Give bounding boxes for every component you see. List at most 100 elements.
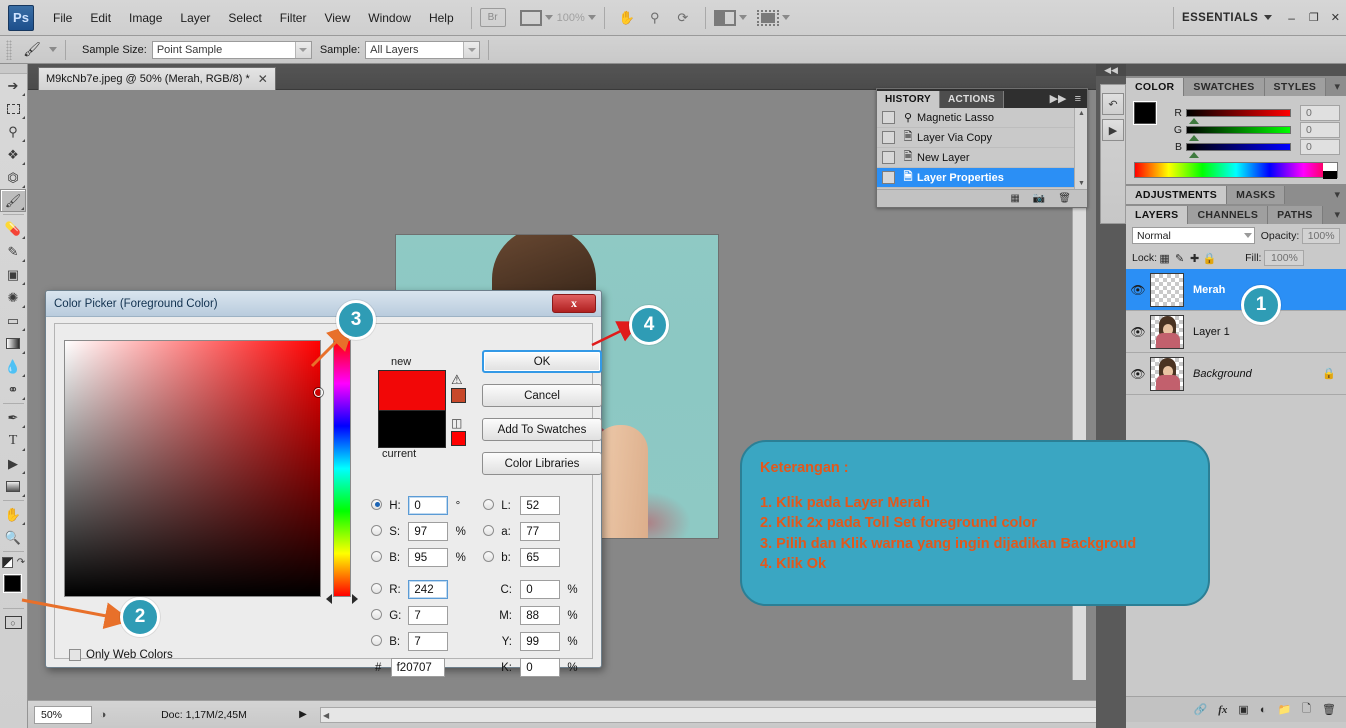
status-menu-icon[interactable]: ▶ — [294, 709, 312, 720]
channel-value-g[interactable]: 0 — [1300, 122, 1340, 138]
tool-brush[interactable]: ✎ — [0, 240, 26, 263]
green-radio[interactable] — [371, 608, 382, 620]
fill-value[interactable]: 100% — [1264, 250, 1305, 266]
toolbox-collapse-handle[interactable] — [0, 64, 27, 74]
history-snapshot-checkbox[interactable] — [882, 171, 895, 184]
color-slider-r[interactable]: R 0 — [1168, 105, 1346, 124]
menu-image[interactable]: Image — [120, 8, 171, 28]
restore-button[interactable]: ❐ — [1309, 11, 1319, 24]
current-color-swatch[interactable] — [378, 410, 446, 448]
close-button[interactable]: ✕ — [1331, 11, 1340, 24]
tool-move[interactable]: ➔ — [0, 74, 26, 97]
layer-thumbnail[interactable] — [1150, 314, 1184, 349]
blend-mode-select[interactable]: Normal — [1132, 227, 1255, 244]
brightness-input[interactable]: 95 — [408, 548, 449, 567]
delete-icon[interactable]: 🗑 — [1058, 193, 1071, 204]
tool-history-brush[interactable]: ✺ — [0, 286, 26, 309]
foreground-color-swatch[interactable] — [1134, 102, 1156, 124]
chevron-down-icon[interactable] — [49, 47, 57, 52]
hue-input[interactable]: 0 — [408, 496, 449, 515]
document-tab[interactable]: M9kcNb7e.jpeg @ 50% (Merah, RGB/8) * ✕ — [38, 67, 276, 90]
layer-visibility-icon[interactable]: 👁 — [1126, 283, 1150, 297]
checkbox-box[interactable] — [69, 649, 81, 661]
blue-input[interactable]: 7 — [408, 632, 449, 651]
minimize-button[interactable]: – — [1288, 11, 1295, 25]
lab-b-radio[interactable] — [483, 550, 494, 562]
lock-all-icon[interactable]: 🔒 — [1202, 251, 1217, 266]
arrange-documents-dropdown[interactable] — [713, 9, 747, 26]
add-to-swatches-button[interactable]: Add To Swatches — [482, 418, 602, 441]
preview-options-icon[interactable]: ◑ — [92, 709, 114, 721]
default-colors-icon[interactable] — [1, 556, 13, 568]
panel-menu-icon[interactable]: ▾ — [1334, 188, 1346, 201]
saturation-brightness-field[interactable] — [64, 340, 323, 597]
layer-thumbnail[interactable] — [1150, 356, 1184, 391]
tab-masks[interactable]: MASKS — [1227, 186, 1286, 204]
tab-actions[interactable]: ACTIONS — [940, 91, 1005, 108]
hue-slider-handle-left[interactable] — [326, 594, 332, 604]
green-input[interactable]: 7 — [408, 606, 449, 625]
history-item-selected[interactable]: 🗎 Layer Properties — [877, 168, 1074, 188]
black-white-chip[interactable] — [1323, 163, 1337, 179]
tab-paths[interactable]: PATHS — [1268, 206, 1323, 224]
tab-color[interactable]: COLOR — [1126, 78, 1185, 96]
black-input[interactable]: 0 — [520, 658, 561, 677]
lock-transparency-icon[interactable]: ▦ — [1157, 251, 1172, 266]
tab-history[interactable]: HISTORY — [877, 91, 940, 108]
tool-blur[interactable]: 💧 — [0, 355, 26, 378]
slider-handle[interactable] — [1189, 135, 1199, 141]
tab-swatches[interactable]: SWATCHES — [1184, 78, 1265, 96]
new-snapshot-icon[interactable]: 📷 — [1033, 193, 1045, 204]
only-web-colors-checkbox[interactable]: Only Web Colors — [69, 649, 173, 661]
slider-handle[interactable] — [1189, 152, 1199, 158]
tool-lasso[interactable]: ⚲ — [0, 120, 26, 143]
tab-adjustments[interactable]: ADJUSTMENTS — [1126, 186, 1228, 204]
cyan-input[interactable]: 0 — [520, 580, 561, 599]
yellow-input[interactable]: 99 — [520, 632, 561, 651]
close-icon[interactable]: ✕ — [258, 72, 268, 86]
out-of-gamut-chip[interactable] — [451, 388, 466, 403]
hex-input[interactable]: f20707 — [390, 658, 445, 677]
layer-row-merah[interactable]: 👁 Merah — [1126, 269, 1346, 311]
menu-window[interactable]: Window — [359, 8, 420, 28]
zoom-input[interactable]: 50% — [34, 705, 92, 724]
non-web-safe-cube-icon[interactable]: ◫ — [451, 416, 462, 430]
tool-path-select[interactable]: ▶ — [0, 452, 26, 475]
cancel-button[interactable]: Cancel — [482, 384, 602, 407]
color-libraries-button[interactable]: Color Libraries — [482, 452, 602, 475]
new-group-icon[interactable]: 📁 — [1277, 703, 1291, 716]
tool-crop[interactable]: ⏣ — [0, 166, 26, 189]
color-slider-g[interactable]: G 0 — [1168, 122, 1346, 141]
tool-pen[interactable]: ✒ — [0, 406, 26, 429]
link-layers-icon[interactable]: 🔗 — [1194, 703, 1208, 716]
color-panel-swatches[interactable] — [1134, 102, 1168, 134]
new-document-icon[interactable]: ▦ — [1010, 193, 1019, 204]
menu-edit[interactable]: Edit — [81, 8, 120, 28]
menu-view[interactable]: View — [315, 8, 359, 28]
color-slider-b[interactable]: B 0 — [1168, 139, 1346, 158]
red-input[interactable]: 242 — [408, 580, 449, 599]
lightness-radio[interactable] — [483, 498, 494, 510]
rotate-view-icon[interactable]: ⟳ — [671, 7, 695, 29]
chevron-down-icon[interactable] — [1264, 15, 1273, 20]
eyedropper-icon[interactable]: 🖌 — [20, 39, 44, 61]
blue-radio[interactable] — [371, 634, 382, 646]
dock-collapse-button[interactable]: ◀◀ — [1096, 64, 1126, 76]
foreground-color-swatch[interactable] — [4, 575, 21, 592]
color-picker-title-bar[interactable]: Color Picker (Foreground Color) x — [46, 291, 601, 317]
red-radio[interactable] — [371, 582, 382, 594]
tool-type[interactable]: T — [0, 429, 26, 452]
history-scrollbar[interactable]: ▲ ▼ — [1074, 108, 1087, 189]
panel-menu-icon[interactable]: ▾ — [1334, 80, 1346, 93]
color-swatches[interactable] — [0, 574, 29, 606]
chevron-down-icon[interactable] — [587, 15, 596, 20]
hue-radio[interactable] — [371, 498, 382, 510]
screen-mode-selector[interactable] — [756, 9, 790, 26]
layer-mask-icon[interactable]: ▣ — [1238, 703, 1248, 716]
menu-layer[interactable]: Layer — [171, 8, 219, 28]
slider-track[interactable] — [1186, 126, 1291, 141]
bridge-icon[interactable]: Br — [479, 8, 506, 27]
history-snapshot-checkbox[interactable] — [882, 131, 895, 144]
tool-eraser[interactable]: ▭ — [0, 309, 26, 332]
layer-row-background[interactable]: 👁 Background 🔒 — [1126, 353, 1346, 395]
